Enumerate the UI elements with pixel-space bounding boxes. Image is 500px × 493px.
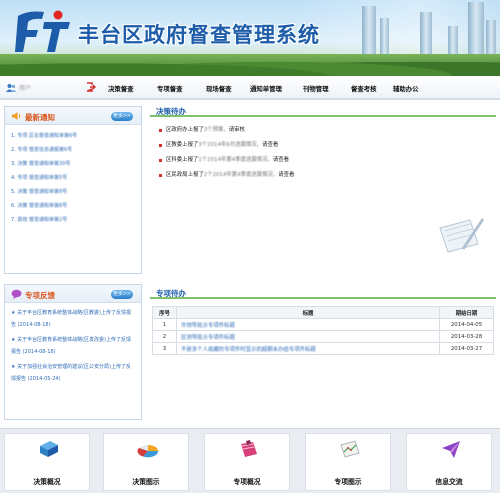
pie-chart-icon <box>137 445 159 458</box>
notice-item[interactable]: 1. 专项 区长督查通知单第6号 <box>11 129 141 143</box>
notices-title: 最新通知 <box>25 113 55 122</box>
notice-item[interactable]: 4. 专项 督查通知单第5号 <box>11 171 141 185</box>
row-title[interactable]: 不是多个人收藏的专项件时显示的超期未办结专项件标题 <box>176 342 440 355</box>
footer-label: 决策概况 <box>33 478 61 486</box>
decision-todo-title: 决策待办 <box>156 107 186 116</box>
nav-publication-management[interactable]: 刊物管理 <box>303 84 329 93</box>
notices-panel: 最新通知 更多>> 1. 专项 区长督查通知单第6号 2. 专项 督查信息通报第… <box>4 106 142 274</box>
nav-decision-supervision[interactable]: 决策督查 <box>108 84 134 93</box>
folder-pen-icon <box>241 440 257 457</box>
user-icon <box>6 84 16 92</box>
feedback-item[interactable]: ★ 关于加强社会治安管理的建议(区公安分局)上传了反馈报告 (2014-05-2… <box>11 361 135 385</box>
todo-item[interactable]: 区科委上报了1个2014年第4季度进展情况，请查看 <box>159 153 496 168</box>
footer-label: 决策图示 <box>132 478 160 486</box>
row-number: 3 <box>152 342 177 355</box>
special-todo-header: 专项待办 <box>150 286 496 299</box>
row-title[interactable]: 市领导批示专项件标题 <box>176 318 440 331</box>
todo-item[interactable]: 区政府办上报了3个预案，请审核 <box>159 123 496 138</box>
banner-trees <box>0 54 500 76</box>
paper-plane-icon <box>442 441 460 458</box>
book-stack-icon <box>40 441 58 457</box>
chat-bubble-icon <box>11 289 22 299</box>
special-todo-title: 专项待办 <box>156 289 186 298</box>
feedback-item[interactable]: ★ 关于丰台区教育系统整体战略(区发改委)上传了反馈报告 (2014-08-18… <box>11 334 135 358</box>
column-header: 期结日期 <box>439 306 494 319</box>
notice-item[interactable]: 6. 决策 督查通知单第8号 <box>11 199 141 213</box>
site-title: 丰台区政府督查管理系统 <box>78 22 320 47</box>
row-title[interactable]: 区领导批示专项件标题 <box>176 330 440 343</box>
footer-quicklinks: 决策概况 决策图示 专项概况 专项图示 信息交流 <box>0 428 500 493</box>
special-chart-button[interactable]: 专项图示 <box>305 433 391 491</box>
todo-item[interactable]: 区民政局上报了2个2014年第4季度进展情况，请查看 <box>159 168 496 183</box>
banner-building <box>486 20 496 58</box>
decision-todo-list: 区政府办上报了3个预案，请审核 区教委上报了3个2014年6月进展情况，请查看 … <box>150 117 496 183</box>
feedback-header: 专项反馈 更多>> <box>5 285 141 303</box>
nav-onsite-supervision[interactable]: 现场督查 <box>206 84 232 93</box>
feedback-more-button[interactable]: 更多>> <box>111 290 133 299</box>
footer-label: 专项图示 <box>334 478 362 486</box>
nav-special-supervision[interactable]: 专项督查 <box>157 84 183 93</box>
row-number: 1 <box>152 318 177 331</box>
notepad-pen-icon <box>439 218 484 253</box>
special-overview-button[interactable]: 专项概况 <box>204 433 290 491</box>
todo-item[interactable]: 区教委上报了3个2014年6月进展情况，请查看 <box>159 138 496 153</box>
table-header-row: 序号 标题 期结日期 <box>152 306 494 319</box>
footer-label: 信息交流 <box>435 478 463 486</box>
notice-item[interactable]: 3. 决策 督查通知单第30号 <box>11 157 141 171</box>
table-row[interactable]: 3 不是多个人收藏的专项件时显示的超期未办结专项件标题 2014-03-27 <box>152 342 494 355</box>
decision-overview-button[interactable]: 决策概况 <box>4 433 90 491</box>
column-header: 序号 <box>152 306 177 319</box>
row-date: 2014-03-28 <box>439 330 494 343</box>
table-row[interactable]: 1 市领导批示专项件标题 2014-04-05 <box>152 318 494 331</box>
row-date: 2014-03-27 <box>439 342 494 355</box>
feedback-list: ★ 关于丰台区教育系统整体战略(区教委)上传了反馈报告 (2014-08-18)… <box>5 303 141 385</box>
notices-header: 最新通知 更多>> <box>5 107 141 125</box>
special-todo-panel: 专项待办 <box>150 286 496 304</box>
footer-label: 专项概况 <box>233 478 261 486</box>
table-row[interactable]: 2 区领导批示专项件标题 2014-03-28 <box>152 330 494 343</box>
notices-more-button[interactable]: 更多>> <box>111 112 133 121</box>
info-exchange-button[interactable]: 信息交流 <box>406 433 492 491</box>
chart-paper-icon <box>340 440 360 458</box>
banner-building <box>362 6 376 58</box>
nav-office-assistant[interactable]: 辅助办公 <box>393 84 419 93</box>
row-number: 2 <box>152 330 177 343</box>
decision-todo-header: 决策待办 <box>150 104 496 117</box>
banner-building <box>380 18 389 58</box>
user-name: 用户 <box>19 85 32 92</box>
main-nav: 用户 决策督查 专项督查 现场督查 通知单管理 刊物管理 督查考核 辅助办公 <box>0 76 500 100</box>
decision-chart-button[interactable]: 决策图示 <box>103 433 189 491</box>
special-todo-table: 序号 标题 期结日期 1 市领导批示专项件标题 2014-04-05 2 区领导… <box>152 306 494 355</box>
notice-item[interactable]: 7. 其他 督查通知单第2号 <box>11 213 141 227</box>
decision-todo-panel: 决策待办 区政府办上报了3个预案，请审核 区教委上报了3个2014年6月进展情况… <box>150 104 496 280</box>
banner-building <box>468 2 484 58</box>
column-header: 标题 <box>176 306 440 319</box>
notice-item[interactable]: 5. 决策 督查通知单第8号 <box>11 185 141 199</box>
nav-notice-management[interactable]: 通知单管理 <box>250 84 282 93</box>
notice-item[interactable]: 2. 专项 督查信息通报第6号 <box>11 143 141 157</box>
feedback-item[interactable]: ★ 关于丰台区教育系统整体战略(区教委)上传了反馈报告 (2014-08-18) <box>11 307 135 331</box>
notice-list: 1. 专项 区长督查通知单第6号 2. 专项 督查信息通报第6号 3. 决策 督… <box>5 125 141 227</box>
ft-logo-icon <box>15 10 70 52</box>
banner-building <box>420 12 432 58</box>
feedback-panel: 专项反馈 更多>> ★ 关于丰台区教育系统整体战略(区教委)上传了反馈报告 (2… <box>4 284 142 420</box>
user-info: 用户 <box>6 83 31 92</box>
speaker-icon <box>12 112 21 120</box>
nav-supervision-assessment[interactable]: 督查考核 <box>351 84 377 93</box>
feedback-title: 专项反馈 <box>25 291 55 300</box>
header-banner: 丰台区政府督查管理系统 <box>0 0 500 76</box>
row-date: 2014-04-05 <box>439 318 494 331</box>
logout-icon[interactable] <box>86 82 96 92</box>
